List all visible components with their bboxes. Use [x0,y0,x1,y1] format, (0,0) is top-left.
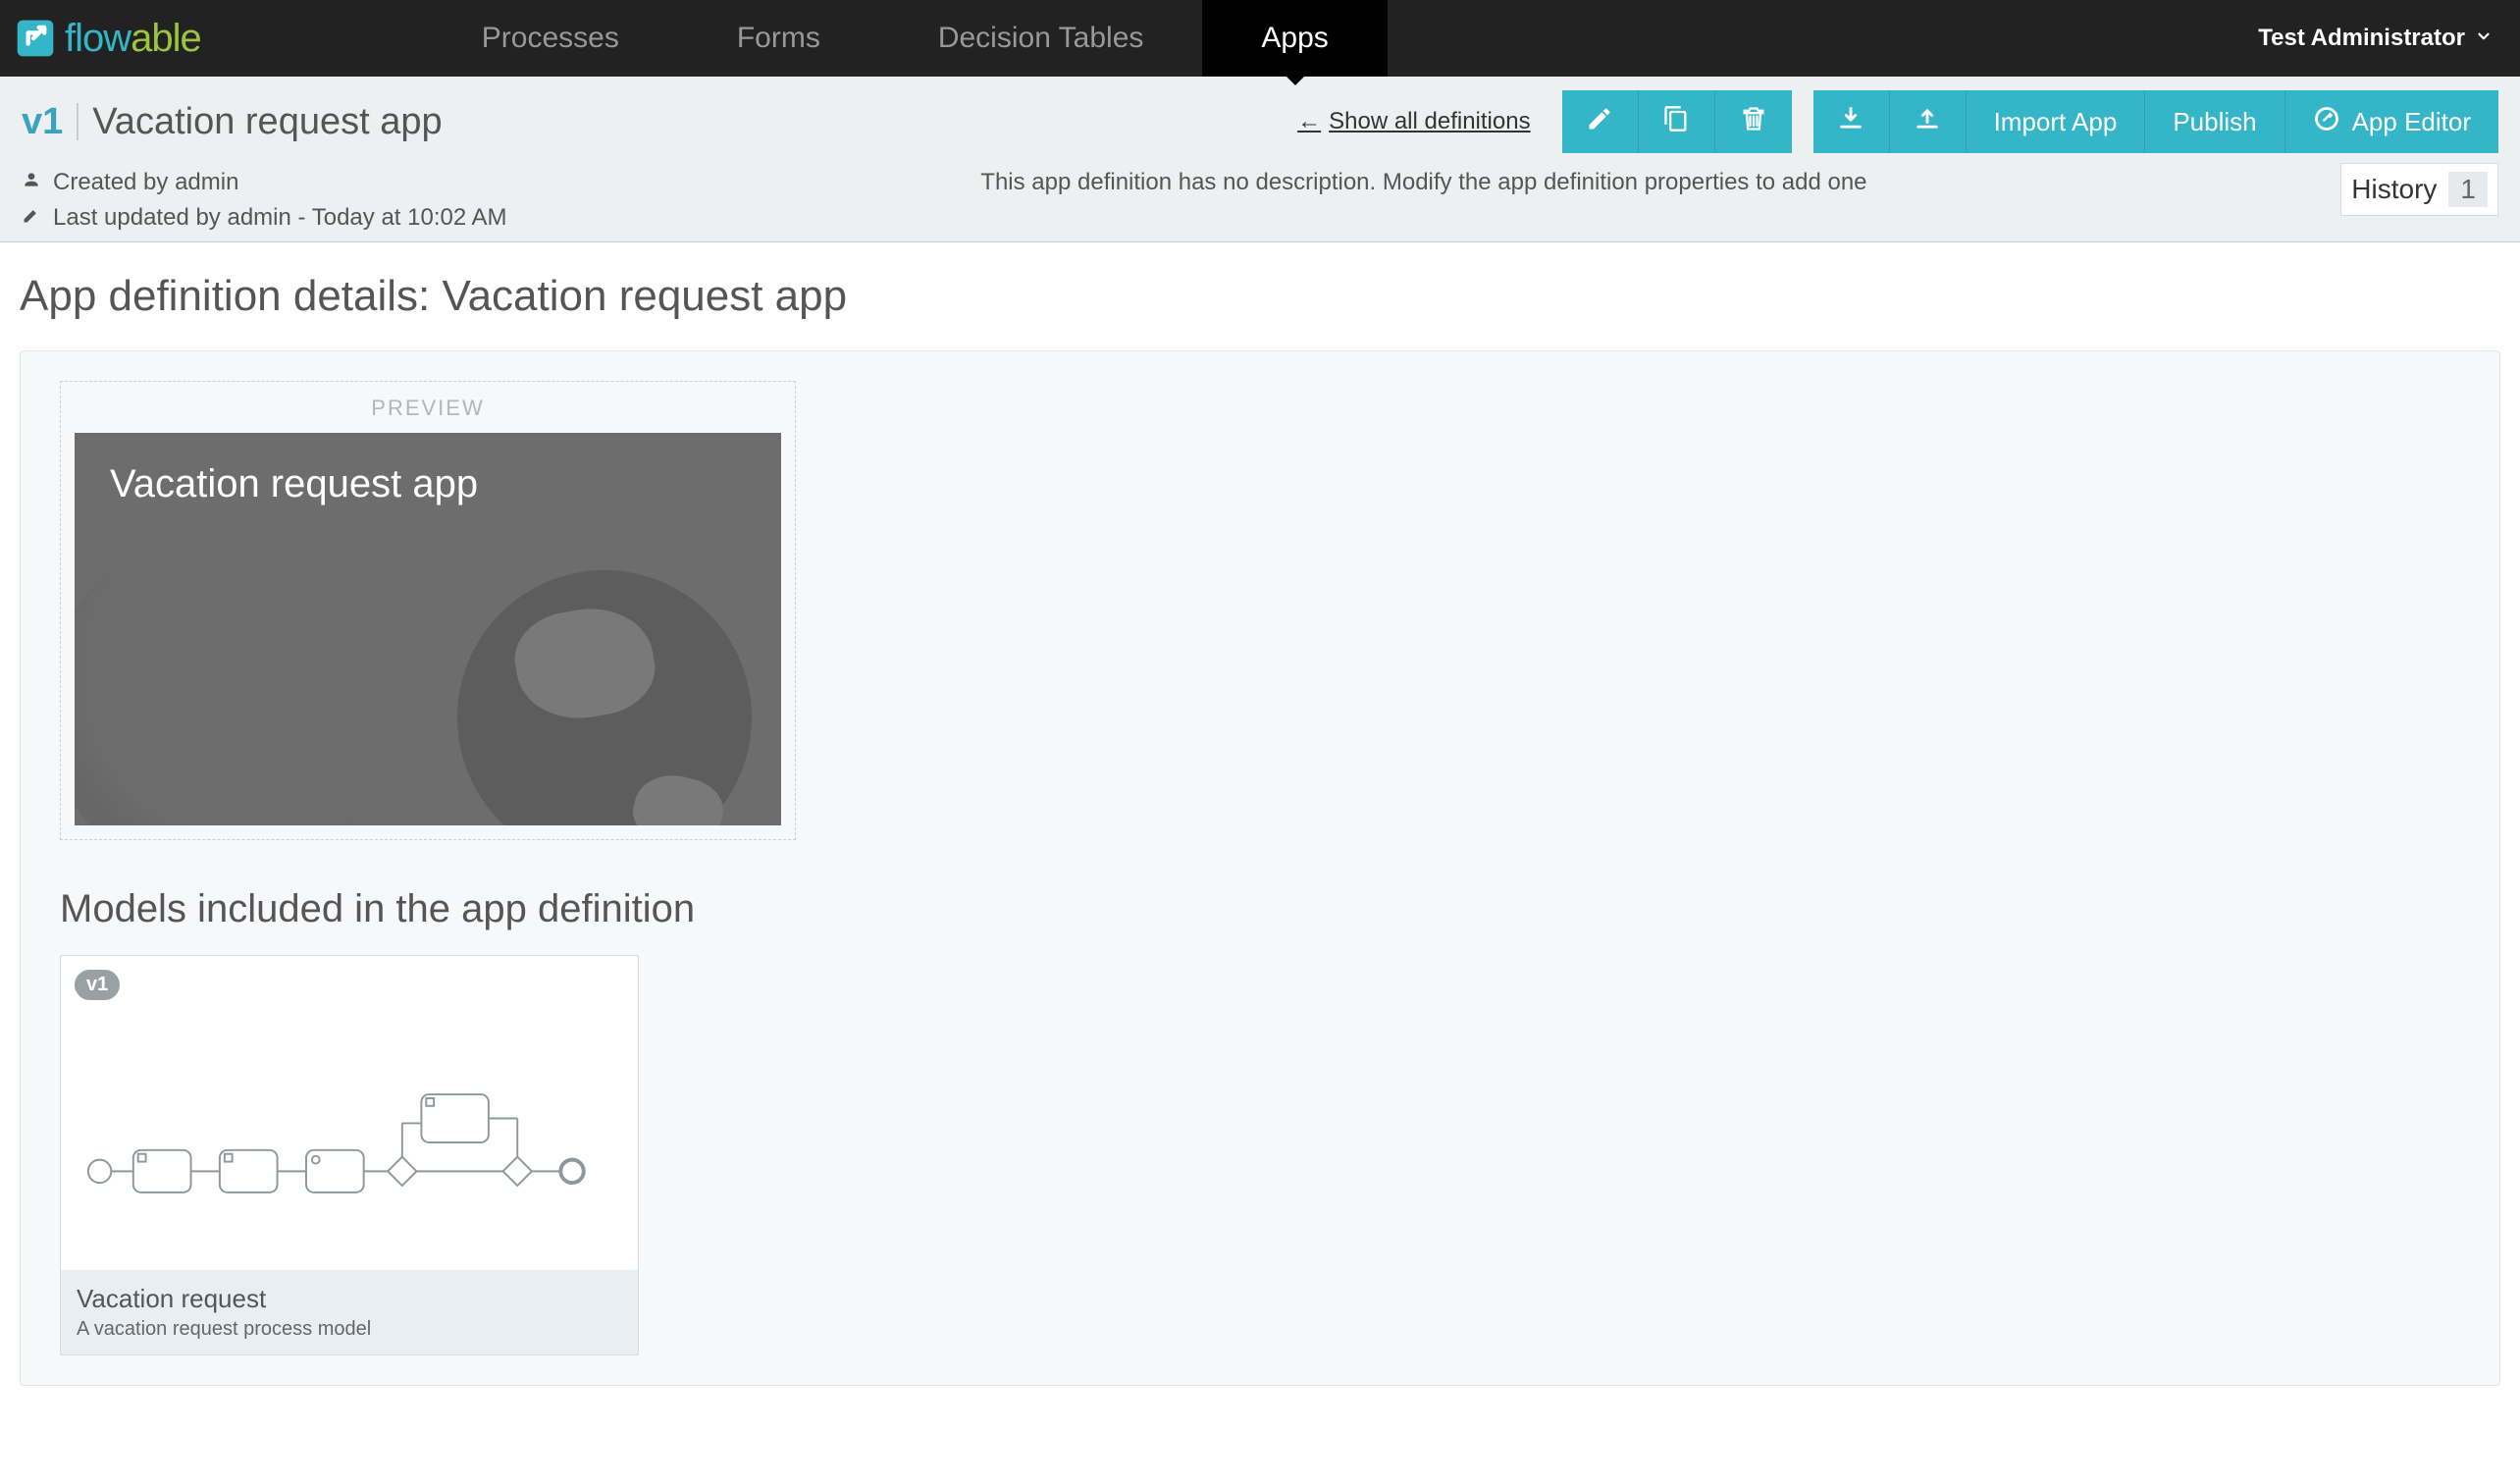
model-description: A vacation request process model [77,1318,622,1341]
top-nav: flowable Processes Forms Decision Tables… [0,0,2520,77]
delete-button[interactable] [1715,90,1792,153]
duplicate-button[interactable] [1639,90,1715,153]
action-group-edit [1562,90,1792,153]
trash-icon [1740,105,1767,139]
user-menu[interactable]: Test Administrator [2231,0,2520,77]
tab-processes[interactable]: Processes [423,0,678,77]
show-all-definitions-link[interactable]: ← Show all definitions [1297,108,1530,135]
app-editor-label: App Editor [2352,107,2471,137]
pencil-small-icon [22,204,41,232]
user-icon [22,169,41,196]
model-name: Vacation request [77,1284,622,1314]
pencil-icon [1586,105,1613,139]
download-button[interactable] [1813,90,1890,153]
model-card[interactable]: v1 [60,955,639,1355]
show-all-label: Show all definitions [1329,108,1530,135]
subheader: v1 Vacation request app ← Show all defin… [0,77,2520,242]
meta-block: Created by admin Last updated by admin -… [22,169,507,232]
tab-forms[interactable]: Forms [678,0,879,77]
created-by-text: Created by admin [53,169,238,196]
history-button[interactable]: History 1 [2340,163,2498,216]
history-label: History [2351,174,2437,205]
model-version-badge: v1 [75,970,120,1000]
logo[interactable]: flowable [0,0,227,77]
download-icon [1837,105,1864,139]
export-button[interactable] [1890,90,1967,153]
models-heading: Models included in the app definition [60,887,2460,931]
history-count: 1 [2448,172,2488,207]
app-preview-tile[interactable]: Vacation request app [75,433,781,825]
edit-button[interactable] [1562,90,1639,153]
page-heading: App definition details: Vacation request… [20,272,2500,321]
tab-decision-tables[interactable]: Decision Tables [879,0,1203,77]
user-name: Test Administrator [2258,25,2465,52]
import-app-button[interactable]: Import App [1967,90,2146,153]
tab-apps[interactable]: Apps [1202,0,1387,77]
content-box: PREVIEW Vacation request app Models incl… [20,350,2500,1386]
edit-circle-icon [2313,105,2340,139]
preview-frame: PREVIEW Vacation request app [60,381,796,840]
logo-icon [14,17,57,60]
main-content: App definition details: Vacation request… [0,242,2520,1415]
arrow-left-icon: ← [1297,108,1321,135]
action-group-io: Import App Publish App Editor [1813,90,2498,153]
globe-icon [457,570,752,825]
logo-text: flowable [65,17,201,61]
created-by-line: Created by admin [22,169,507,196]
globe-shadow-graphic [75,531,398,825]
chevron-down-icon [2475,25,2493,52]
bpmn-diagram-icon [80,1054,618,1234]
app-title: Vacation request app [92,101,442,143]
last-updated-line: Last updated by admin - Today at 10:02 A… [22,204,507,232]
title-block: v1 Vacation request app [22,101,443,143]
app-preview-title: Vacation request app [75,433,781,536]
upload-icon [1914,105,1941,139]
description-placeholder: This app definition has no description. … [980,169,1866,196]
app-editor-button[interactable]: App Editor [2285,90,2498,153]
last-updated-text: Last updated by admin - Today at 10:02 A… [53,204,507,232]
publish-button[interactable]: Publish [2145,90,2284,153]
version-badge: v1 [22,103,79,140]
nav-tabs: Processes Forms Decision Tables Apps [423,0,1388,77]
preview-label: PREVIEW [75,396,781,421]
model-thumbnail: v1 [61,956,638,1270]
model-footer: Vacation request A vacation request proc… [61,1270,638,1354]
copy-icon [1662,105,1690,139]
